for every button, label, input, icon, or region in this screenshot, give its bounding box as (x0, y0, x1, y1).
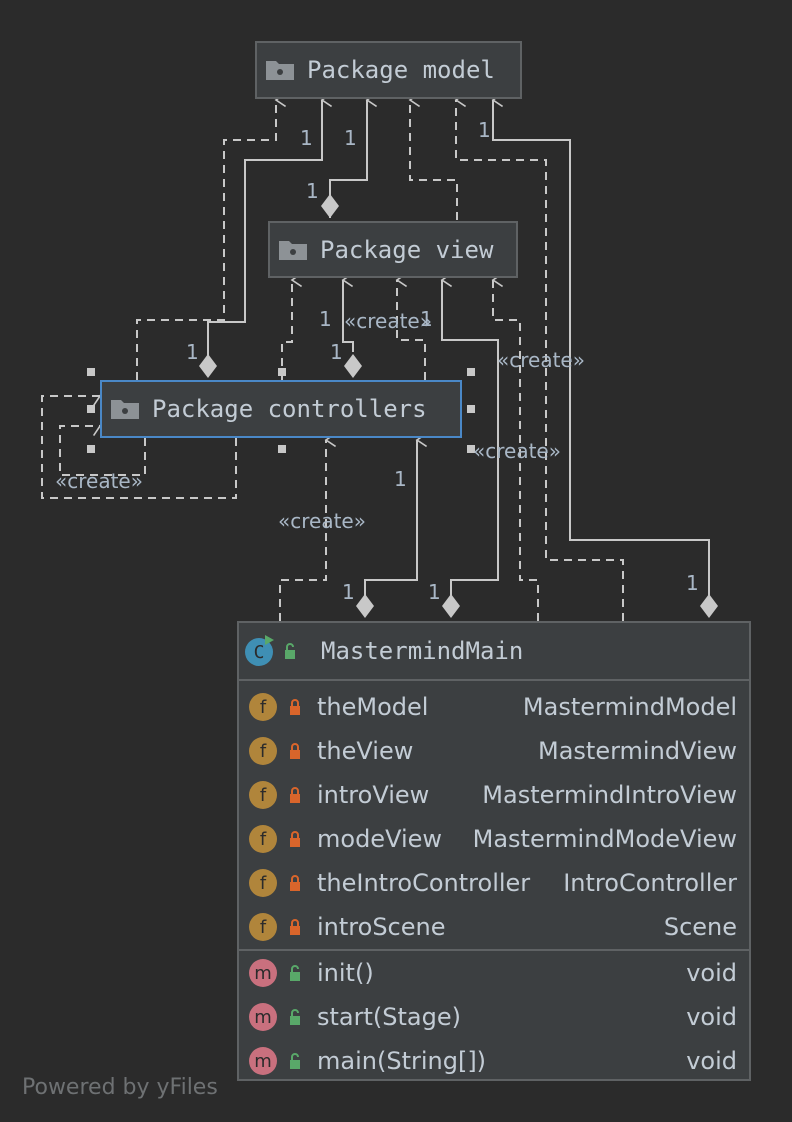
public-lock-icon (290, 1053, 300, 1069)
private-lock-icon (290, 831, 300, 847)
method-return-type: void (686, 1047, 737, 1075)
multiplicity-label: 1 (306, 179, 319, 203)
private-lock-icon (290, 743, 300, 759)
multiplicity-label: 1 (319, 307, 332, 331)
create-label: «create» (55, 469, 143, 493)
package-controllers[interactable]: Package controllers (100, 380, 462, 438)
selection-handle (87, 445, 95, 453)
class-name: MastermindMain (321, 637, 524, 665)
field-badge-icon: f (249, 737, 277, 765)
powered-by-label: Powered by yFiles (22, 1075, 218, 1100)
edge-view-model-solid (329, 92, 378, 218)
field-row[interactable]: f introView MastermindIntroView (239, 773, 749, 817)
field-badge-icon: f (249, 693, 277, 721)
method-badge-icon: m (249, 1003, 277, 1031)
private-lock-icon (290, 699, 300, 715)
selection-handle (467, 368, 475, 376)
create-label: «create» (278, 509, 366, 533)
diamond-controllers-view (344, 354, 362, 378)
selection-handle (278, 445, 286, 453)
selection-handle (87, 405, 95, 413)
method-name: init() (317, 959, 374, 987)
field-name: introScene (317, 913, 446, 941)
multiplicity-label: 1 (186, 340, 199, 364)
folder-icon (279, 240, 307, 260)
method-name: main(String[]) (317, 1047, 487, 1075)
package-view-label: Package view (320, 235, 494, 264)
private-lock-icon (290, 787, 300, 803)
create-label: «create» (497, 348, 585, 372)
edge-main-controllers-solid (364, 432, 428, 596)
method-return-type: void (686, 1003, 737, 1031)
method-row[interactable]: m init() void (239, 951, 749, 995)
diamond-main-controllers (356, 594, 374, 618)
field-type: MastermindView (538, 737, 737, 765)
field-type: MastermindModel (522, 693, 737, 721)
public-lock-icon (290, 965, 300, 981)
folder-icon (266, 61, 294, 80)
diamond-main-model (700, 594, 718, 618)
multiplicity-label: 1 (330, 340, 343, 364)
field-badge-icon: f (249, 825, 277, 853)
field-row[interactable]: f modeView MastermindModeView (239, 817, 749, 861)
private-lock-icon (290, 919, 300, 935)
field-type: MastermindModeView (472, 825, 737, 853)
field-row[interactable]: f theIntroController IntroController (239, 861, 749, 905)
package-model-label: Package model (307, 56, 495, 84)
field-name: theIntroController (317, 869, 531, 897)
package-view[interactable]: Package view (268, 221, 518, 278)
field-name: introView (317, 781, 430, 809)
method-name: start(Stage) (317, 1003, 461, 1031)
diamond-main-view (442, 594, 460, 618)
folder-icon (111, 400, 139, 419)
private-lock-icon (290, 875, 300, 891)
multiplicity-label: 1 (344, 126, 357, 150)
multiplicity-label: 1 (686, 571, 699, 595)
multiplicity-label: 1 (478, 118, 491, 142)
edge-main-view-solid (440, 272, 499, 596)
multiplicity-label: 1 (394, 467, 407, 491)
selection-handle (87, 368, 95, 376)
method-row[interactable]: m main(String[]) void (239, 1039, 749, 1083)
diamond-view-model (321, 194, 339, 218)
field-type: IntroController (563, 869, 737, 897)
field-type: MastermindIntroView (482, 781, 737, 809)
class-mastermindmain[interactable]: C MastermindMain f theModel MastermindMo… (237, 621, 751, 1081)
method-row[interactable]: m start(Stage) void (239, 995, 749, 1039)
package-controllers-label: Package controllers (152, 395, 427, 423)
method-list: m init() void m start(Stage) void m main… (239, 951, 749, 1083)
public-lock-icon (285, 643, 295, 659)
multiplicity-label: 1 (300, 126, 313, 150)
field-name: modeView (317, 825, 443, 853)
field-badge-icon: f (249, 869, 277, 897)
field-badge-icon: f (249, 781, 277, 809)
method-badge-icon: m (249, 959, 277, 987)
multiplicity-label: 1 (420, 307, 433, 331)
field-name: theView (317, 737, 414, 765)
field-name: theModel (317, 693, 429, 721)
class-icon: C (245, 635, 275, 666)
field-row[interactable]: f introScene Scene (239, 905, 749, 949)
edge-controllers-model-dashed (136, 92, 287, 380)
method-return-type: void (686, 959, 737, 987)
package-model[interactable]: Package model (255, 41, 522, 99)
create-label: «create» (344, 309, 432, 333)
field-row[interactable]: f theModel MastermindModel (239, 685, 749, 729)
edge-view-model-dashed (408, 92, 458, 220)
selection-handle (278, 368, 286, 376)
field-badge-icon: f (249, 913, 277, 941)
field-row[interactable]: f theView MastermindView (239, 729, 749, 773)
multiplicity-label: 1 (428, 580, 441, 604)
edge-controllers-view-dashed-1 (281, 272, 303, 380)
public-lock-icon (290, 1009, 300, 1025)
field-type: Scene (663, 913, 737, 941)
class-header: C MastermindMain (239, 623, 749, 681)
method-badge-icon: m (249, 1047, 277, 1075)
multiplicity-label: 1 (342, 580, 355, 604)
diamond-controllers-model (199, 354, 217, 378)
field-list: f theModel MastermindModel f theView Mas… (239, 681, 749, 949)
selection-handle (467, 405, 475, 413)
create-label: «create» (473, 439, 561, 463)
